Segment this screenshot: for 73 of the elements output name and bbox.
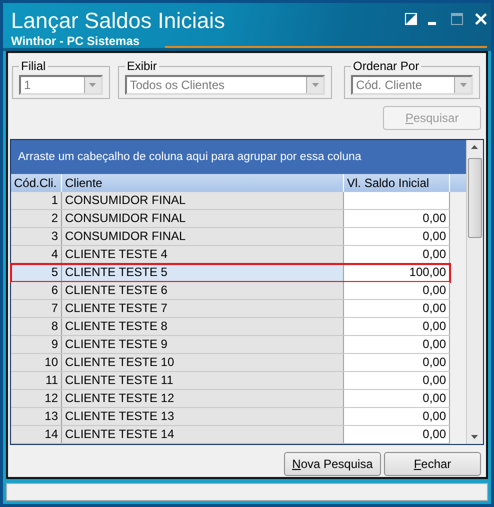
scroll-up-icon[interactable]: [471, 145, 478, 149]
table-row[interactable]: 11 CLIENTE TESTE 11 0,00: [11, 372, 450, 390]
table-cell: CLIENTE TESTE 4: [62, 246, 344, 263]
table-cell: 5: [11, 264, 62, 281]
close-button[interactable]: Fechar: [384, 452, 481, 476]
new-search-button[interactable]: Nova Pesquisa: [284, 452, 381, 476]
caret-icon: [89, 83, 96, 87]
table-cell: CLIENTE TESTE 9: [62, 336, 344, 353]
table-cell: 0,00: [344, 228, 450, 245]
table-cell: 2: [11, 210, 62, 227]
close-icon[interactable]: [475, 13, 487, 25]
filter-label: Ordenar Por: [352, 59, 420, 73]
table-cell: 13: [11, 408, 62, 425]
table-cell: 8: [11, 318, 62, 335]
table-cell: 11: [11, 372, 62, 389]
table-cell: CLIENTE TESTE 5: [62, 264, 344, 281]
table-row[interactable]: 1 CONSUMIDOR FINAL: [11, 192, 450, 210]
table-cell: 7: [11, 300, 62, 317]
skin-icon[interactable]: [405, 13, 417, 25]
table-cell: 0,00: [344, 300, 450, 317]
caret-icon: [312, 83, 319, 87]
table-cell: 9: [11, 336, 62, 353]
table-cell: CLIENTE TESTE 13: [62, 408, 344, 425]
table-cell: CONSUMIDOR FINAL: [62, 228, 344, 245]
table-row[interactable]: 4 CLIENTE TESTE 4 0,00: [11, 246, 450, 264]
table-row[interactable]: 14 CLIENTE TESTE 14 0,00: [11, 426, 450, 444]
table-cell: CLIENTE TESTE 6: [62, 282, 344, 299]
table-cell: 12: [11, 390, 62, 407]
table-cell: 4: [11, 246, 62, 263]
table-cell: CLIENTE TESTE 10: [62, 354, 344, 371]
filter-label: Exibir: [126, 59, 158, 73]
caret-icon: [460, 83, 466, 87]
table-cell: 0,00: [344, 282, 450, 299]
table-cell: 10: [11, 354, 62, 371]
table-row[interactable]: 3 CONSUMIDOR FINAL 0,00: [11, 228, 450, 246]
table-cell: 0,00: [344, 390, 450, 407]
table-row[interactable]: 6 CLIENTE TESTE 6 0,00: [11, 282, 450, 300]
table-row[interactable]: 2 CONSUMIDOR FINAL 0,00: [11, 210, 450, 228]
scrollbar[interactable]: [466, 140, 483, 444]
table-row[interactable]: 5 CLIENTE TESTE 5 100,00: [11, 264, 450, 282]
table-cell: 0,00: [344, 408, 450, 425]
table-cell: 0,00: [344, 318, 450, 335]
table-cell: CLIENTE TESTE 12: [62, 390, 344, 407]
table-cell: 1: [11, 192, 62, 209]
table-row[interactable]: 7 CLIENTE TESTE 7 0,00: [11, 300, 450, 318]
scroll-thumb[interactable]: [468, 158, 482, 238]
table-cell: 0,00: [344, 372, 450, 389]
table-cell: 3: [11, 228, 62, 245]
table-cell: CONSUMIDOR FINAL: [62, 192, 344, 209]
table-cell: CONSUMIDOR FINAL: [62, 210, 344, 227]
maximize-icon[interactable]: [451, 13, 463, 25]
table-row[interactable]: 10 CLIENTE TESTE 10 0,00: [11, 354, 450, 372]
table-cell: CLIENTE TESTE 7: [62, 300, 344, 317]
window-title: Lançar Saldos Iniciais: [10, 7, 226, 34]
table-cell: 0,00: [344, 354, 450, 371]
table-row[interactable]: 8 CLIENTE TESTE 8 0,00: [11, 318, 450, 336]
window-subtitle: Winthor - PC Sistemas: [10, 34, 140, 48]
table-cell: 0,00: [344, 210, 450, 227]
group-hint: Arraste um cabeçalho de coluna aqui para agrupar por essa coluna: [18, 151, 362, 163]
filter-label: Filial: [20, 59, 47, 73]
table-cell: 0,00: [344, 336, 450, 353]
table-cell: CLIENTE TESTE 14: [62, 426, 344, 443]
table-cell: 0,00: [344, 246, 450, 263]
table-cell: 6: [11, 282, 62, 299]
scroll-down-icon[interactable]: [471, 435, 478, 439]
table-cell: 14: [11, 426, 62, 443]
table-row[interactable]: 9 CLIENTE TESTE 9 0,00: [11, 336, 450, 354]
table-cell: 100,00: [344, 264, 450, 281]
table-row[interactable]: 13 CLIENTE TESTE 13 0,00: [11, 408, 450, 426]
table-cell: 0,00: [344, 426, 450, 443]
table-cell: CLIENTE TESTE 11: [62, 372, 344, 389]
table-cell: CLIENTE TESTE 8: [62, 318, 344, 335]
table-row[interactable]: 12 CLIENTE TESTE 12 0,00: [11, 390, 450, 408]
